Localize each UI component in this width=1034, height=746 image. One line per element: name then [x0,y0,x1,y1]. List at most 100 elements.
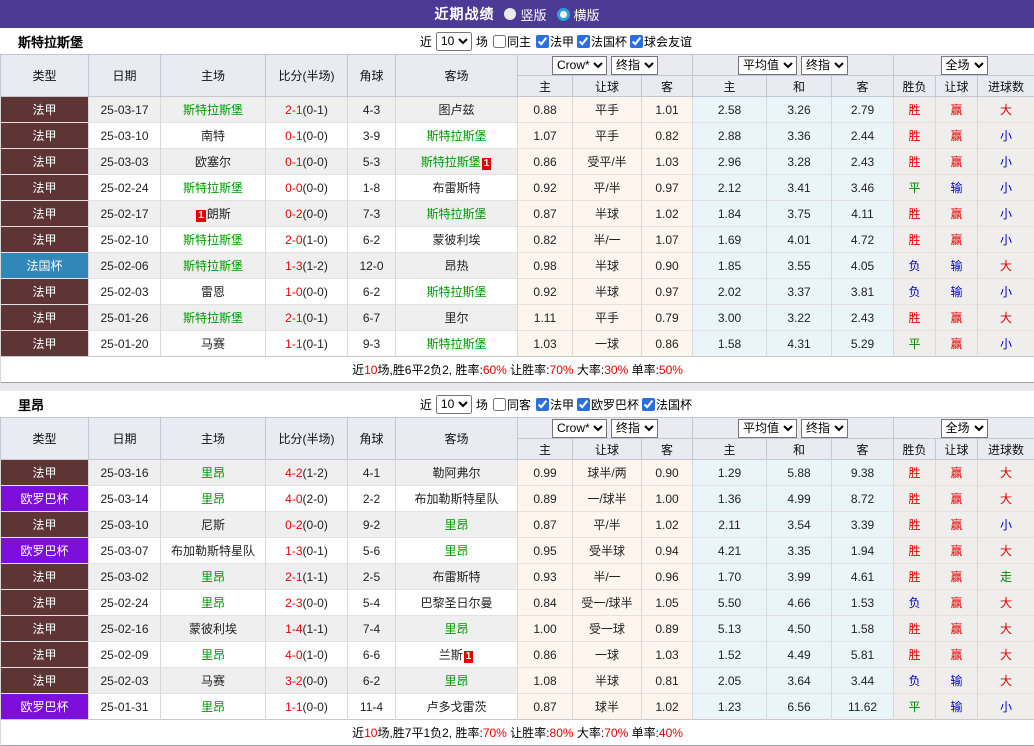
col-away: 客场 [396,55,518,97]
goals-result: 大 [978,253,1034,279]
score-cell: 0-2(0-0) [266,512,348,538]
winlose-result: 胜 [894,149,936,175]
average-select[interactable]: 平均值 [738,419,797,438]
home-team-cell: 南特 [161,123,266,149]
league-type-cell: 法甲 [1,201,89,227]
average-select[interactable]: 平均值 [738,56,797,75]
away-odds: 0.96 [642,564,693,590]
avg-draw-odds: 3.26 [767,97,832,123]
halftime-score: (0-0) [303,207,328,221]
league-filter-checkbox[interactable]: 法国杯 [574,33,627,50]
goals-result: 小 [978,227,1034,253]
league-type-cell: 法甲 [1,512,89,538]
match-date: 25-03-02 [89,564,161,590]
home-team-cell: 斯特拉斯堡 [161,305,266,331]
halftime-score: (1-2) [303,466,328,480]
away-odds: 0.97 [642,175,693,201]
bookmaker-select[interactable]: Crow* [552,419,607,438]
fulltime-score: 4-0 [285,492,302,506]
away-team-section: 里昂 近 10 场 同客 法甲 [0,391,1034,746]
league-type-cell: 法甲 [1,305,89,331]
away-team-filters: 近 10 场 同客 法甲 [420,391,692,417]
col-odds-away: 客 [642,439,693,460]
league-checkbox-input[interactable] [577,35,590,48]
league-filter-checkbox[interactable]: 欧罗巴杯 [574,396,639,413]
same-home-checkbox-input[interactable] [493,35,506,48]
home-team-cell: 欧塞尔 [161,149,266,175]
home-team-cell: 里昂 [161,590,266,616]
same-home-checkbox[interactable]: 同主 [490,33,531,50]
league-filter-checkbox[interactable]: 球会友谊 [627,33,692,50]
league-checkbox-input[interactable] [642,398,655,411]
summary-text: 60% [483,363,507,377]
match-date: 25-03-07 [89,538,161,564]
handicap-result: 赢 [936,227,978,253]
layout-radio-horizontal[interactable]: 横版 [557,5,600,24]
layout-radio-vertical[interactable]: 竖版 [504,5,546,24]
away-team-summary: 近10场,胜7平1负2, 胜率:70% 让胜率:80% 大率:70% 单率:40… [1,720,1034,746]
home-odds: 0.86 [518,642,573,668]
halftime-score: (0-1) [303,311,328,325]
league-checkbox-input[interactable] [630,35,643,48]
fulltime-select[interactable]: 全场 [941,419,988,438]
score-cell: 1-1(0-1) [266,331,348,357]
avg-draw-odds: 3.22 [767,305,832,331]
bookmaker-select-cell: Crow*终指 [518,55,693,76]
league-checkbox-input[interactable] [536,35,549,48]
league-checkbox-label: 法国杯 [591,33,627,50]
halftime-score: (0-1) [303,544,328,558]
avg-home-odds: 1.52 [693,642,767,668]
avg-home-odds: 1.69 [693,227,767,253]
col-date: 日期 [89,55,161,97]
away-team-cell: 斯特拉斯堡 [396,331,518,357]
score-cell: 0-1(0-0) [266,123,348,149]
league-filter-checkbox[interactable]: 法甲 [533,396,574,413]
home-odds: 0.93 [518,564,573,590]
home-team-text: 斯特拉斯堡 [183,259,243,273]
avg-away-odds: 3.44 [832,668,894,694]
home-odds: 0.89 [518,486,573,512]
league-filter-checkbox[interactable]: 法甲 [533,33,574,50]
average-time-select[interactable]: 终指 [801,56,848,75]
summary-text: 让胜率: [507,363,550,377]
league-checkbox-input[interactable] [577,398,590,411]
away-team-rows: 法甲 25-03-16 里昂 4-2(1-2) 4-1 勒阿弗尔 0.99 球半… [1,460,1034,720]
handicap-result: 赢 [936,460,978,486]
fulltime-select-cell: 全场 [894,55,1034,76]
home-team-cell: 里昂 [161,694,266,720]
fulltime-select[interactable]: 全场 [941,56,988,75]
corner-count: 1-8 [348,175,396,201]
league-type-cell: 法甲 [1,227,89,253]
away-odds: 0.86 [642,331,693,357]
home-team-text: 里昂 [201,700,225,714]
league-filter-checkbox[interactable]: 法国杯 [639,396,692,413]
summary-text: 80% [550,726,574,740]
corner-count: 5-3 [348,149,396,175]
match-row: 法甲 25-02-16 蒙彼利埃 1-4(1-1) 7-4 里昂 1.00 受一… [1,616,1034,642]
summary-text: 70% [483,726,507,740]
corner-count: 11-4 [348,694,396,720]
match-row: 法甲 25-03-10 尼斯 0-2(0-0) 9-2 里昂 0.87 平/半 … [1,512,1034,538]
away-odds: 0.97 [642,279,693,305]
same-away-checkbox-input[interactable] [493,398,506,411]
same-away-checkbox[interactable]: 同客 [490,396,531,413]
away-odds: 1.03 [642,149,693,175]
league-type-cell: 法甲 [1,97,89,123]
odds-time-select[interactable]: 终指 [611,56,658,75]
league-filter-group: 法甲 法国杯 球会友谊 [533,33,692,50]
avg-draw-odds: 4.49 [767,642,832,668]
games-count-select[interactable]: 10 [436,32,472,51]
average-select-cell: 平均值终指 [693,55,894,76]
avg-draw-odds: 6.56 [767,694,832,720]
summary-text: 场,胜7平1负2, 胜率: [377,726,482,740]
odds-time-select[interactable]: 终指 [611,419,658,438]
match-row: 法甲 25-02-24 里昂 2-3(0-0) 5-4 巴黎圣日尔曼 0.84 … [1,590,1034,616]
home-team-text: 斯特拉斯堡 [183,103,243,117]
home-team-text: 斯特拉斯堡 [183,233,243,247]
halftime-score: (1-1) [303,622,328,636]
bookmaker-select[interactable]: Crow* [552,56,607,75]
league-checkbox-input[interactable] [536,398,549,411]
home-team-text: 南特 [201,129,225,143]
games-count-select[interactable]: 10 [436,395,472,414]
average-time-select[interactable]: 终指 [801,419,848,438]
